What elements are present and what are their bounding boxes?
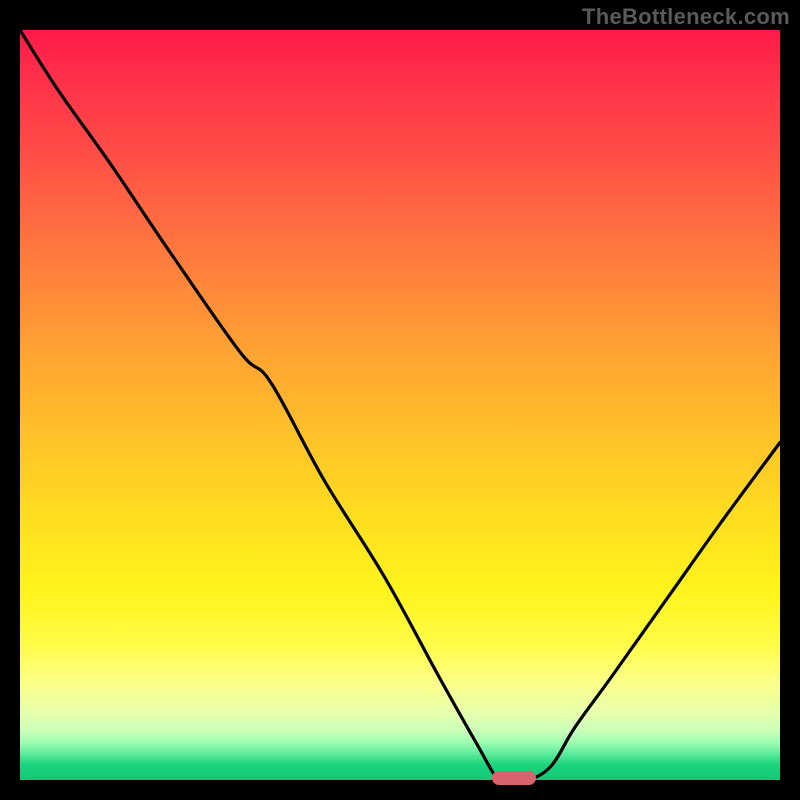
plot-area — [20, 30, 780, 780]
chart-container: TheBottleneck.com — [0, 0, 800, 800]
watermark-text: TheBottleneck.com — [582, 4, 790, 30]
curve-path — [20, 30, 780, 780]
optimum-marker — [492, 771, 536, 785]
bottleneck-curve — [20, 30, 780, 780]
